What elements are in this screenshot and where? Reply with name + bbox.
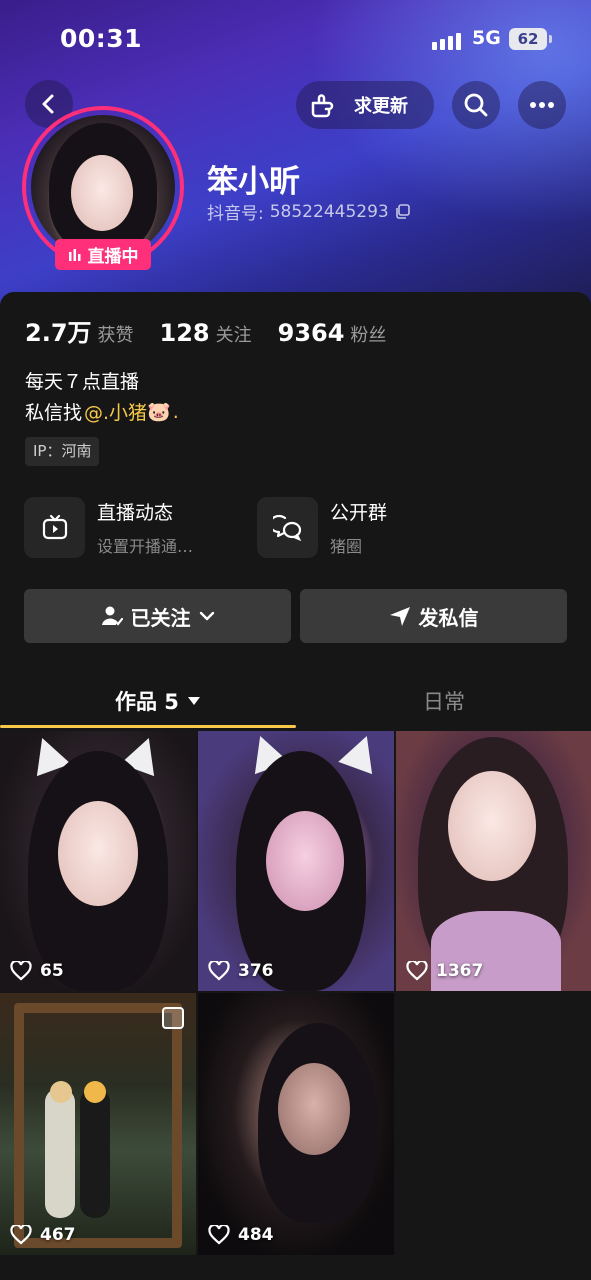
stats-row: 2.7万 获赞 128 关注 9364 粉丝 — [25, 313, 412, 348]
caret-down-icon — [187, 697, 200, 705]
network-type: 5G — [472, 27, 501, 49]
stat-followers[interactable]: 9364 粉丝 — [278, 319, 387, 347]
bio-line-2: 私信找 @.小猪 🐷 . — [25, 398, 179, 425]
user-check-icon — [101, 606, 123, 626]
tab-works-label: 作品 5 — [115, 690, 179, 714]
douyin-id-row: 抖音号: 58522445293 — [207, 199, 410, 224]
status-time: 00:31 — [60, 24, 143, 53]
public-group-entry[interactable]: 公开群 猪圈 — [257, 497, 387, 558]
content-tabs: 作品 5 日常 — [0, 670, 591, 730]
tab-works[interactable]: 作品 5 — [115, 686, 201, 716]
like-count: 467 — [10, 1225, 76, 1245]
video-thumbnail[interactable]: 65 — [0, 731, 196, 991]
heart-icon — [208, 1225, 230, 1245]
live-updates-subtitle: 设置开播通… — [97, 537, 194, 556]
search-icon — [464, 93, 488, 117]
bio-line-1: 每天７点直播 — [25, 371, 140, 393]
douyin-id-value: 58522445293 — [269, 201, 389, 222]
signal-icon — [432, 30, 461, 50]
hand-point-icon — [311, 94, 334, 118]
stat-following-label: 关注 — [215, 325, 252, 346]
public-group-subtitle: 猪圈 — [330, 537, 363, 556]
send-message-button[interactable]: 发私信 — [300, 589, 567, 643]
chat-bubbles-icon — [257, 497, 318, 558]
video-thumbnail[interactable]: 484 — [198, 993, 394, 1255]
tab-daily[interactable]: 日常 — [423, 686, 465, 716]
stat-likes[interactable]: 2.7万 获赞 — [25, 313, 134, 348]
profile-nickname: 笨小昕 — [207, 164, 300, 200]
copy-icon[interactable] — [395, 204, 410, 219]
tv-icon — [24, 497, 85, 558]
search-button[interactable] — [452, 81, 500, 129]
public-group-title: 公开群 — [330, 502, 388, 524]
like-count: 65 — [10, 961, 64, 981]
like-count: 376 — [208, 961, 274, 981]
bio-mention-link[interactable]: @.小猪 — [84, 398, 147, 425]
video-thumbnail[interactable]: 467 — [0, 993, 196, 1255]
heart-icon — [208, 961, 230, 981]
stat-likes-value: 2.7万 — [25, 319, 92, 347]
heart-icon — [10, 961, 32, 981]
avatar-image — [31, 115, 175, 259]
live-badge[interactable]: 直播中 — [55, 239, 151, 270]
heart-icon — [406, 961, 428, 981]
video-thumbnail[interactable]: 376 — [198, 731, 394, 991]
more-dots-icon — [530, 102, 554, 108]
battery-tip — [549, 35, 552, 43]
chevron-left-icon — [42, 94, 54, 114]
like-count: 484 — [208, 1225, 274, 1245]
stat-likes-label: 获赞 — [97, 325, 134, 346]
like-count-value: 65 — [40, 961, 64, 981]
like-count-value: 1367 — [436, 961, 484, 981]
more-button[interactable] — [518, 81, 566, 129]
bio-suffix: . — [172, 400, 179, 423]
following-button[interactable]: 已关注 — [24, 589, 291, 643]
active-tab-indicator — [0, 725, 296, 728]
multi-image-icon — [162, 1007, 184, 1029]
following-label: 已关注 — [130, 605, 191, 630]
like-count-value: 484 — [238, 1225, 274, 1245]
stat-following[interactable]: 128 关注 — [160, 319, 252, 347]
pig-emoji: 🐷 — [147, 401, 171, 423]
paper-plane-icon — [389, 607, 410, 626]
heart-icon — [10, 1225, 32, 1245]
request-update-label: 求更新 — [354, 96, 408, 117]
status-bar: 00:31 5G 62 — [0, 0, 591, 80]
send-message-label: 发私信 — [418, 605, 479, 630]
request-update-button[interactable]: 求更新 — [296, 81, 434, 129]
stat-followers-label: 粉丝 — [350, 325, 387, 346]
chevron-down-icon — [199, 611, 214, 621]
douyin-id-label: 抖音号: — [207, 204, 264, 224]
ip-location-tag: IP：河南 — [25, 437, 100, 466]
stat-followers-value: 9364 — [277, 319, 345, 347]
like-count-value: 467 — [40, 1225, 76, 1245]
live-bars-icon — [68, 248, 80, 261]
like-count-value: 376 — [238, 961, 274, 981]
live-updates-title: 直播动态 — [97, 502, 174, 524]
battery-icon: 62 — [509, 28, 547, 50]
live-badge-label: 直播中 — [87, 247, 139, 267]
like-count: 1367 — [406, 961, 483, 981]
bio-prefix: 私信找 — [25, 402, 83, 424]
stat-following-value: 128 — [159, 319, 210, 347]
live-updates-entry[interactable]: 直播动态 设置开播通… — [24, 497, 193, 558]
video-thumbnail[interactable]: 1367 — [396, 731, 591, 991]
